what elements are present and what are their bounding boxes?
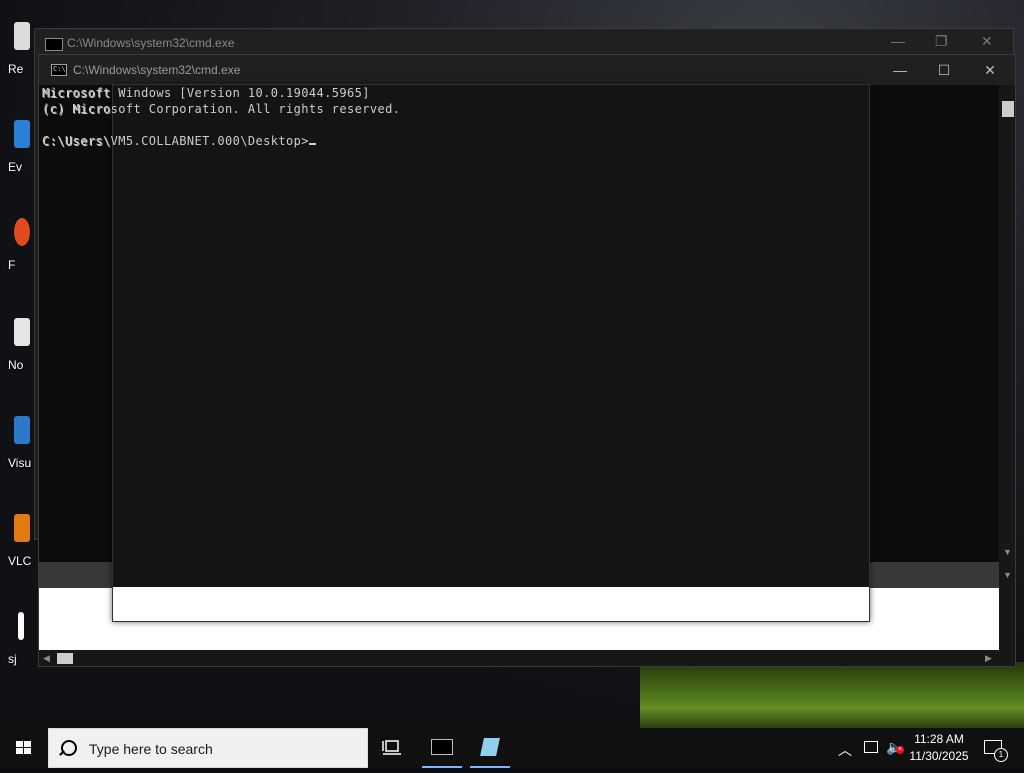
scrollbar-thumb[interactable] (1002, 101, 1014, 117)
desktop-icon-recycle-bin[interactable]: Re (0, 22, 36, 114)
search-box[interactable]: Type here to search (48, 728, 368, 768)
task-view-button[interactable] (372, 728, 412, 768)
background-title-bar[interactable]: C:\Windows\system32\cmd.exe — ❐ ✕ (35, 29, 1013, 57)
start-button[interactable] (0, 728, 48, 768)
desktop-icon-sj[interactable]: sj (0, 612, 36, 704)
desktop-icon-visual-studio[interactable]: Visu (0, 416, 36, 508)
vlc-icon (14, 514, 30, 542)
maximize-button[interactable]: ☐ (921, 55, 967, 85)
scrollbar-thumb[interactable] (57, 653, 73, 664)
close-button[interactable]: ✕ (967, 55, 1013, 85)
editor-icon (480, 738, 500, 756)
wallpaper-grass (640, 662, 1024, 728)
shortcut-icon (14, 120, 30, 148)
scroll-left-arrow-icon[interactable]: ◀ (43, 653, 50, 664)
visual-studio-icon (14, 416, 30, 444)
desktop-icon-label: F (8, 258, 16, 272)
taskbar: Type here to search ︿ 🔈 × 11:28 AM 11/30… (0, 728, 1024, 768)
restore-button[interactable]: ❐ (935, 33, 948, 50)
desktop-icon-label: Ev (8, 160, 23, 174)
overlapped-panel (112, 84, 870, 622)
window-title: C:\Windows\system32\cmd.exe (73, 63, 241, 77)
clock[interactable]: 11:28 AM 11/30/2025 (904, 731, 974, 765)
desktop-icon-label: Re (8, 62, 24, 76)
recycle-bin-icon (14, 22, 30, 50)
volume-error-icon: × (896, 746, 904, 754)
cmd-icon (45, 38, 63, 51)
desktop-icon-label: sj (8, 652, 17, 666)
close-button[interactable]: ✕ (981, 33, 993, 50)
clock-time: 11:28 AM (914, 732, 964, 746)
desktop-icon-label: VLC (8, 554, 32, 568)
notification-badge: 1 (994, 748, 1008, 762)
cmd-icon: C:\ (51, 64, 67, 76)
desktop-icon-no[interactable]: No (0, 318, 36, 410)
desktop-icon-f[interactable]: F (0, 218, 36, 310)
clock-date: 11/30/2025 (909, 749, 969, 763)
minimize-button[interactable]: — (877, 55, 923, 85)
scroll-right-arrow-icon[interactable]: ▶ (985, 653, 992, 664)
title-bar[interactable]: C:\ C:\Windows\system32\cmd.exe — ☐ ✕ (39, 55, 1015, 85)
windows-logo-icon (16, 741, 32, 755)
taskbar-editor-app[interactable] (470, 728, 510, 768)
desktop-icon-label: Visu (8, 456, 32, 470)
taskbar-cmd-app[interactable] (422, 728, 462, 768)
background-window-title: C:\Windows\system32\cmd.exe (67, 36, 235, 50)
desktop-icon-vlc[interactable]: VLC (0, 514, 36, 606)
task-view-icon (382, 740, 401, 755)
search-placeholder: Type here to search (89, 741, 213, 757)
horizontal-scrollbar[interactable]: ◀ ▶ (39, 650, 1015, 666)
desktop-icon-label: No (8, 358, 24, 372)
minimize-button[interactable]: — (891, 33, 905, 49)
shortcut-icon (14, 218, 30, 246)
search-icon (61, 740, 77, 756)
scroll-down-arrow-icon[interactable]: ▼ (1003, 570, 1012, 580)
scroll-down-arrow-icon[interactable]: ▼ (1003, 547, 1012, 557)
network-icon[interactable] (864, 741, 878, 753)
notepad-icon (14, 318, 30, 346)
cmd-icon (431, 739, 453, 755)
vertical-scrollbar[interactable]: ▼ (999, 85, 1015, 562)
show-hidden-icons-chevron-icon[interactable]: ︿ (838, 740, 852, 760)
file-icon (18, 612, 24, 640)
desktop-icon-ev[interactable]: Ev (0, 120, 36, 212)
